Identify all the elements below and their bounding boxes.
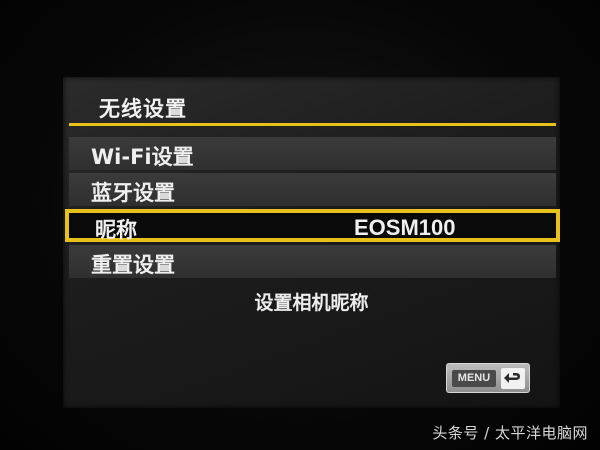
menu-header: 无线设置 <box>67 87 557 125</box>
menu-item-nickname[interactable]: 昵称 EOSM100 <box>65 209 560 242</box>
nickname-value: EOSM100 <box>354 215 456 240</box>
menu-item-bluetooth-settings[interactable]: 蓝牙设置 <box>69 173 556 206</box>
camera-bezel: 无线设置 Wi-Fi设置 蓝牙设置 昵称 EOSM100 重置设置 设置相机昵称… <box>0 0 600 450</box>
title-divider <box>69 123 556 126</box>
menu-item-wifi-settings[interactable]: Wi-Fi设置 <box>69 137 556 170</box>
page-title: 无线设置 <box>99 97 187 121</box>
menu-item-label: 昵称 <box>95 218 137 242</box>
help-description: 设置相机昵称 <box>254 292 369 314</box>
menu-item-label: 重置设置 <box>91 253 175 277</box>
settings-menu: Wi-Fi设置 蓝牙设置 昵称 EOSM100 重置设置 <box>65 137 560 281</box>
menu-button-badge: MENU <box>452 370 496 387</box>
source-watermark: 头条号 / 太平洋电脑网 <box>432 424 588 442</box>
menu-item-reset-settings[interactable]: 重置设置 <box>69 245 556 278</box>
return-arrow-icon <box>501 368 525 389</box>
menu-item-label: 蓝牙设置 <box>91 181 175 205</box>
menu-back-button[interactable]: MENU <box>446 363 530 393</box>
menu-item-label: Wi-Fi设置 <box>91 145 194 169</box>
camera-lcd-screen: 无线设置 Wi-Fi设置 蓝牙设置 昵称 EOSM100 重置设置 设置相机昵称… <box>63 77 560 408</box>
